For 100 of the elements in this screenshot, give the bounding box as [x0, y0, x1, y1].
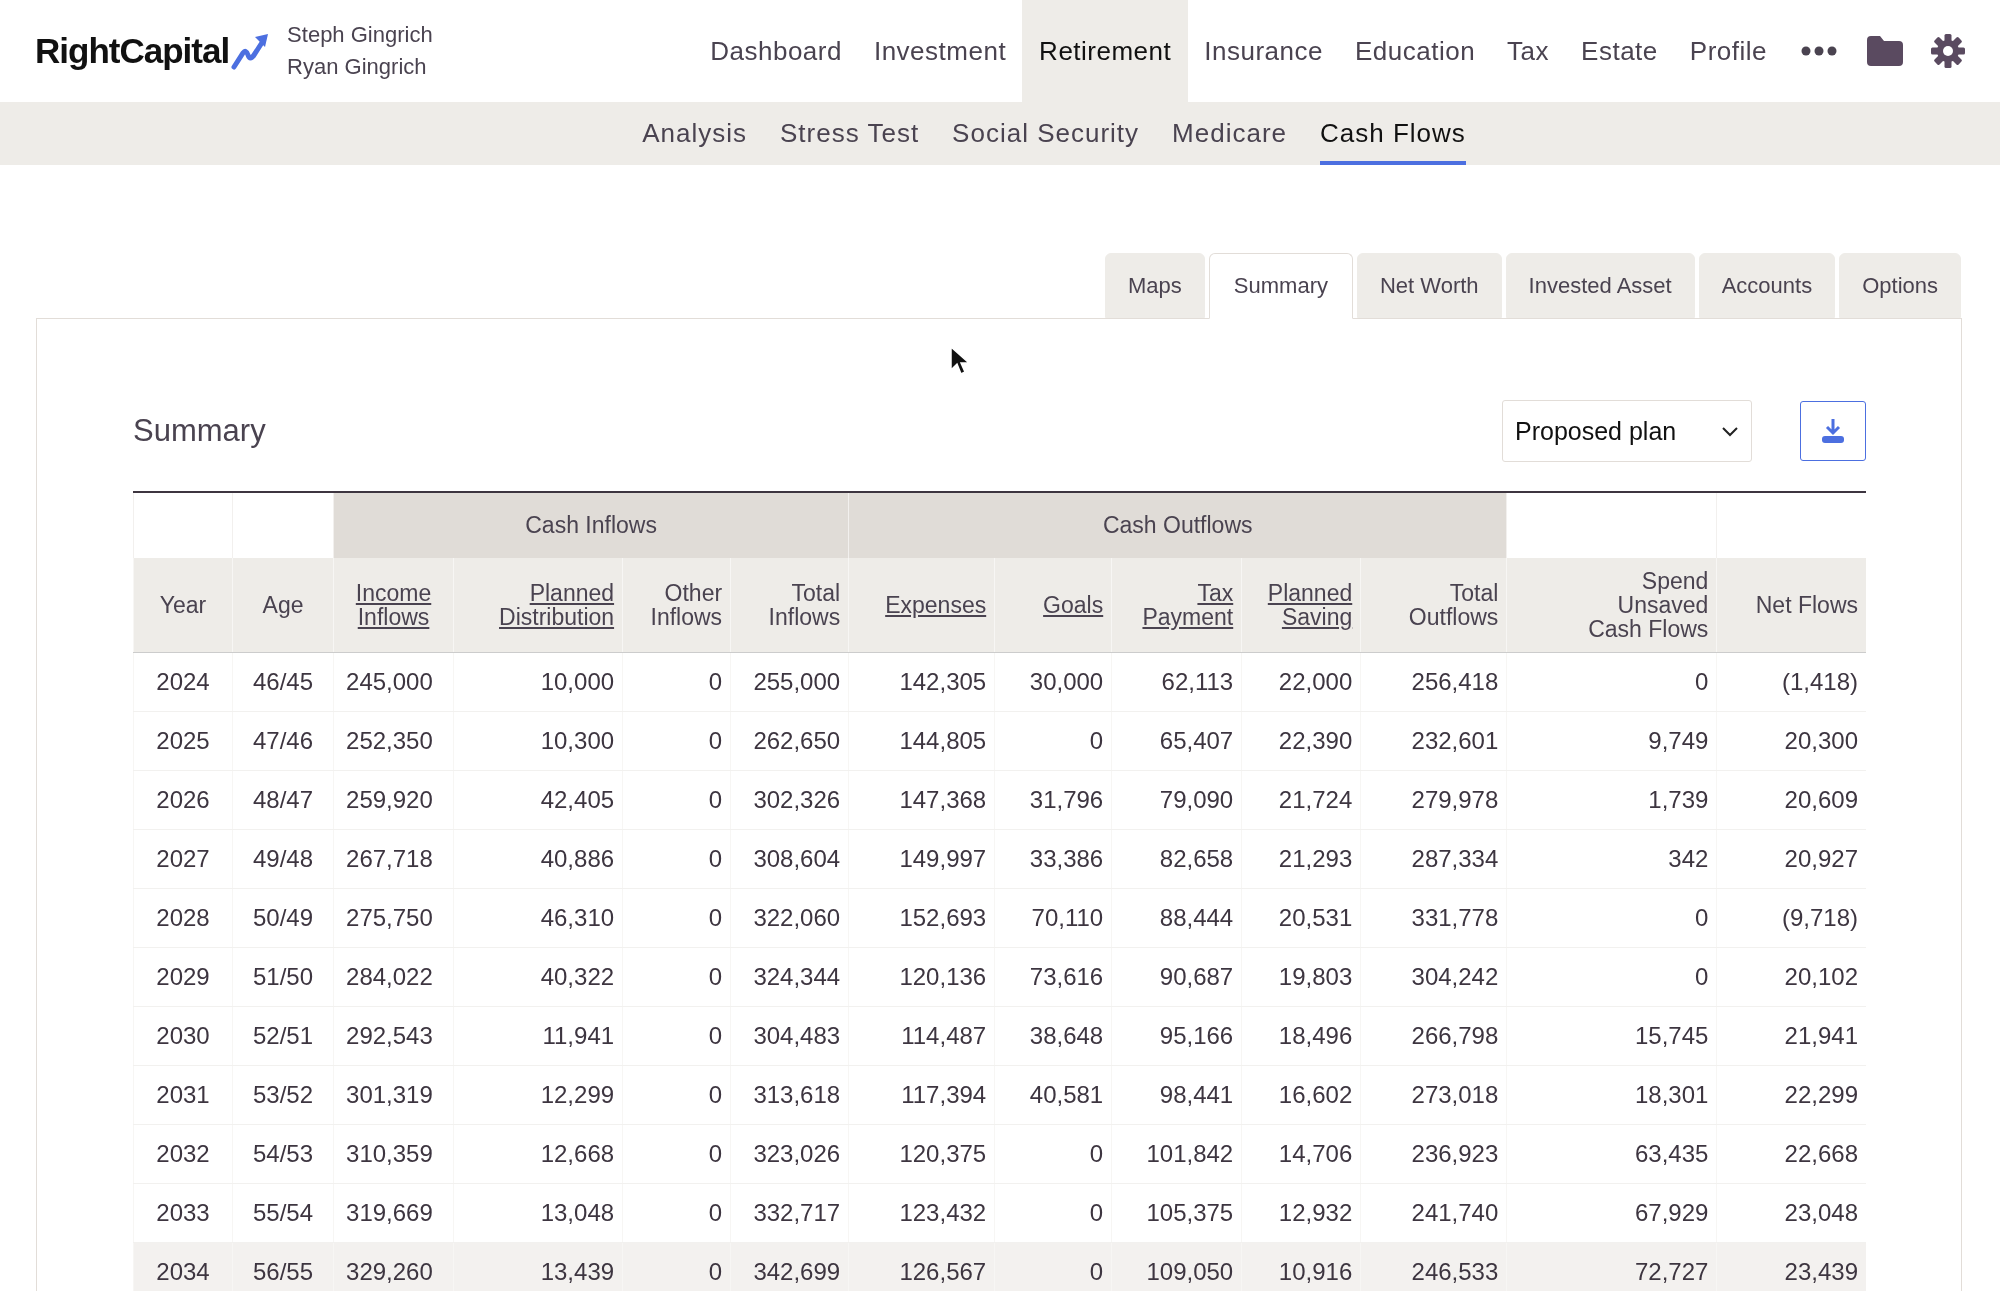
- table-cell: 308,604: [730, 829, 849, 889]
- table-cell: 2026: [133, 770, 233, 830]
- view-tab[interactable]: Summary: [1208, 253, 1353, 319]
- column-header: Spend Unsaved Cash Flows: [1587, 568, 1709, 642]
- table-cell: 12,299: [453, 1065, 623, 1125]
- folder-icon[interactable]: [1867, 36, 1903, 66]
- table-cell: 10,916: [1241, 1242, 1361, 1291]
- table-cell: 21,941: [1716, 1006, 1866, 1066]
- column-header: Year: [159, 592, 207, 618]
- table-cell: 22,668: [1716, 1124, 1866, 1184]
- column-header[interactable]: Goals: [1043, 592, 1104, 618]
- table-cell: 98,441: [1111, 1065, 1242, 1125]
- table-cell: 11,941: [453, 1006, 623, 1066]
- nav-tab[interactable]: Estate: [1565, 0, 1674, 102]
- table-cell: 120,375: [848, 1124, 995, 1184]
- table-cell: 10,000: [453, 652, 623, 712]
- table-cell: 2029: [133, 947, 233, 1007]
- table-cell: 95,166: [1111, 1006, 1242, 1066]
- table-cell: 245,000: [333, 652, 454, 712]
- column-header[interactable]: Expenses: [885, 592, 987, 618]
- plan-dropdown[interactable]: Proposed plan: [1502, 400, 1752, 462]
- chevron-down-icon: [1721, 425, 1739, 437]
- column-header: Total Outflows: [1407, 580, 1499, 630]
- table-cell: 0: [622, 652, 731, 712]
- more-icon[interactable]: [1801, 46, 1837, 56]
- column-header: Net Flows: [1755, 592, 1858, 618]
- table-cell: 302,326: [730, 770, 849, 830]
- table-cell: 0: [622, 1183, 731, 1243]
- view-tab[interactable]: Accounts: [1698, 253, 1836, 318]
- table-cell: 2032: [133, 1124, 233, 1184]
- table-cell: 70,110: [994, 888, 1112, 948]
- nav-tab[interactable]: Education: [1338, 0, 1492, 102]
- nav-tab[interactable]: Investment: [857, 0, 1023, 102]
- table-cell: 40,581: [994, 1065, 1112, 1125]
- table-cell: (9,718): [1716, 888, 1866, 948]
- sub-tab[interactable]: Cash Flows: [1320, 102, 1466, 165]
- view-tab[interactable]: Invested Asset: [1505, 253, 1695, 318]
- column-group-header: Cash Inflows: [333, 492, 849, 558]
- settings-icon[interactable]: [1931, 34, 1965, 68]
- sub-tab[interactable]: Social Security: [952, 102, 1140, 165]
- table-cell: 2031: [133, 1065, 233, 1125]
- table-cell: 47/46: [232, 711, 334, 771]
- table-cell: 126,567: [848, 1242, 995, 1291]
- table-cell: 73,616: [994, 947, 1112, 1007]
- nav-tab[interactable]: Profile: [1673, 0, 1783, 102]
- table-cell: 323,026: [730, 1124, 849, 1184]
- table-cell: 15,745: [1506, 1006, 1717, 1066]
- table-cell: 0: [622, 1242, 731, 1291]
- table-cell: 109,050: [1111, 1242, 1242, 1291]
- nav-tab[interactable]: Retirement: [1022, 0, 1189, 102]
- table-cell: 252,350: [333, 711, 454, 771]
- table-cell: 0: [1506, 947, 1717, 1007]
- table-cell: 10,300: [453, 711, 623, 771]
- table-cell: 304,483: [730, 1006, 849, 1066]
- table-cell: 319,669: [333, 1183, 454, 1243]
- nav-tab[interactable]: Tax: [1491, 0, 1566, 102]
- table-cell: 33,386: [994, 829, 1112, 889]
- table-cell: 120,136: [848, 947, 995, 1007]
- table-cell: 0: [622, 888, 731, 948]
- table-cell: 266,798: [1360, 1006, 1507, 1066]
- table-cell: 236,923: [1360, 1124, 1507, 1184]
- table-cell: 331,778: [1360, 888, 1507, 948]
- sub-tab[interactable]: Analysis: [642, 102, 747, 165]
- view-tab[interactable]: Net Worth: [1356, 253, 1502, 318]
- table-cell: 310,359: [333, 1124, 454, 1184]
- sub-tab[interactable]: Medicare: [1172, 102, 1287, 165]
- table-cell: 38,648: [994, 1006, 1112, 1066]
- table-cell: 90,687: [1111, 947, 1242, 1007]
- table-cell: 22,390: [1241, 711, 1361, 771]
- table-cell: 342: [1506, 829, 1717, 889]
- sub-tab[interactable]: Stress Test: [780, 102, 920, 165]
- view-tab[interactable]: Maps: [1105, 253, 1205, 318]
- table-cell: 2027: [133, 829, 233, 889]
- table-cell: 267,718: [333, 829, 454, 889]
- view-tab[interactable]: Options: [1839, 253, 1961, 318]
- table-cell: 22,000: [1241, 652, 1361, 712]
- download-button[interactable]: [1800, 401, 1866, 461]
- table-cell: 0: [622, 1124, 731, 1184]
- table-cell: 322,060: [730, 888, 849, 948]
- table-cell: 0: [622, 770, 731, 830]
- table-cell: 2034: [133, 1242, 233, 1291]
- table-cell: 88,444: [1111, 888, 1242, 948]
- cursor-icon: [950, 346, 970, 376]
- column-group-header: Cash Outflows: [848, 492, 1507, 558]
- table-cell: 0: [622, 829, 731, 889]
- nav-tab[interactable]: Dashboard: [694, 0, 858, 102]
- table-cell: 123,432: [848, 1183, 995, 1243]
- table-cell: 301,319: [333, 1065, 454, 1125]
- table-cell: 246,533: [1360, 1242, 1507, 1291]
- table-cell: 275,750: [333, 888, 454, 948]
- table-cell: 42,405: [453, 770, 623, 830]
- table-cell: 82,658: [1111, 829, 1242, 889]
- table-cell: 51/50: [232, 947, 334, 1007]
- table-cell: 0: [994, 711, 1112, 771]
- nav-tab[interactable]: Insurance: [1188, 0, 1339, 102]
- table-cell: 105,375: [1111, 1183, 1242, 1243]
- table-cell: 72,727: [1506, 1242, 1717, 1291]
- table-cell: 20,927: [1716, 829, 1866, 889]
- logo-text: RightCapital: [35, 31, 230, 71]
- table-cell: 152,693: [848, 888, 995, 948]
